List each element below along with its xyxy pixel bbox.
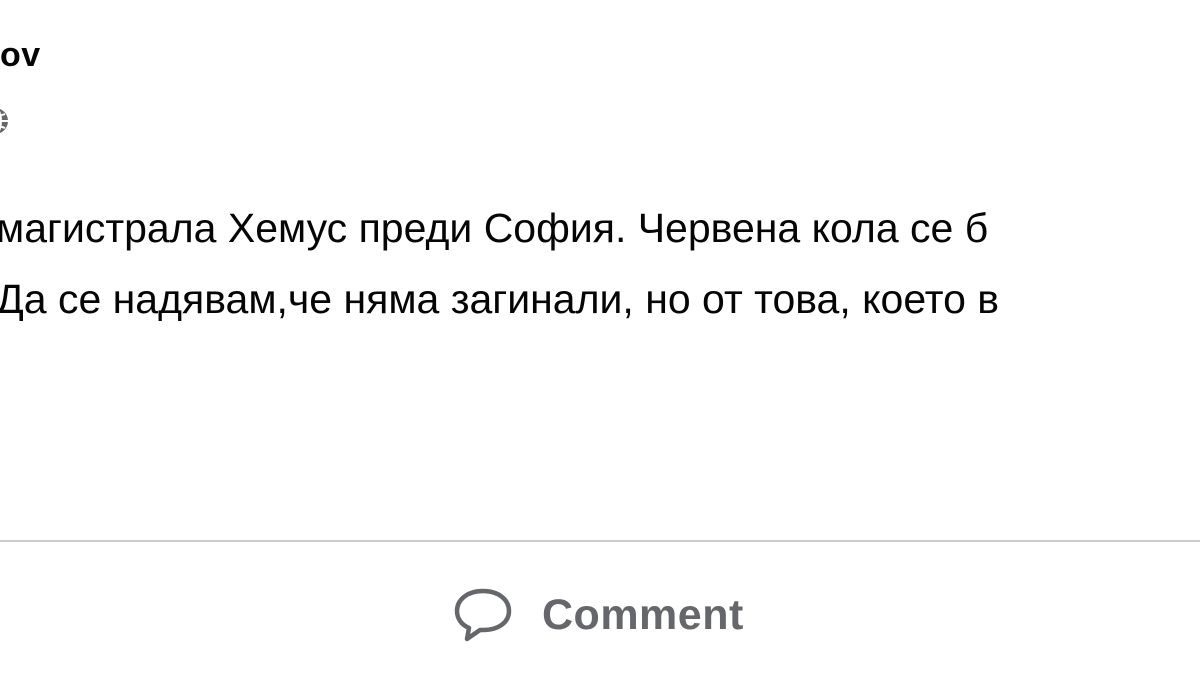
comment-button-label: Comment [542,590,744,639]
comment-button[interactable]: Comment [440,580,756,650]
post-text-line: Да се надявам,че няма загинали, но от то… [0,276,1000,322]
comment-bubble-icon [454,588,512,642]
facebook-post-card: ov магистрала Хемус преди София. Червена… [0,0,1200,675]
post-text-line: магистрала Хемус преди София. Червена ко… [0,205,989,251]
post-text: магистрала Хемус преди София. Червена ко… [0,0,1200,400]
action-bar-divider [0,540,1200,542]
